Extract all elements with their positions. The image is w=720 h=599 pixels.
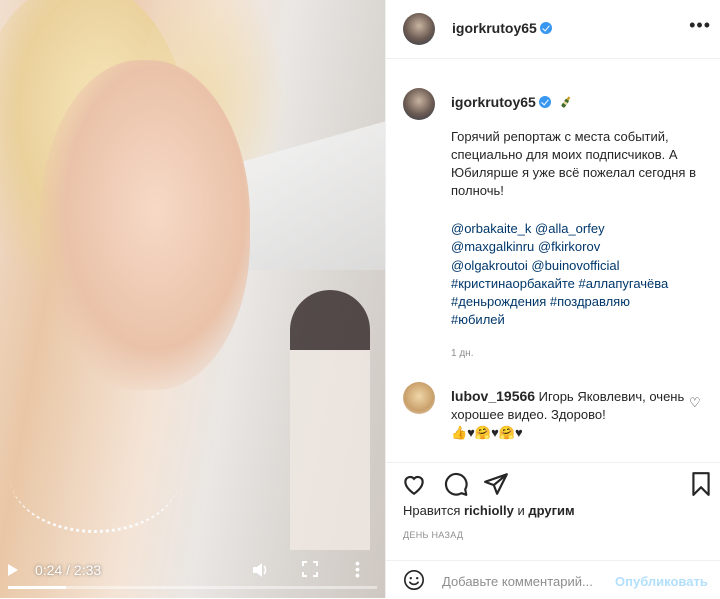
verified-badge-icon bbox=[538, 96, 551, 108]
video-frame-necklace bbox=[10, 420, 180, 533]
author-username[interactable]: igorkrutoy65 bbox=[452, 20, 552, 36]
save-bookmark-icon[interactable] bbox=[688, 471, 714, 497]
add-comment-bar: Добавьте комментарий... Опубликовать bbox=[386, 560, 720, 599]
video-controls: 0:24 / 2:33 • • • bbox=[0, 554, 385, 598]
caption-tags: @orbakaite_k @alla_orfey @maxgalkinru @f… bbox=[451, 220, 701, 330]
comment-like-heart-icon[interactable]: ♡ bbox=[689, 395, 701, 411]
caption-text: Горячий репортаж с места событий, специа… bbox=[451, 129, 700, 198]
caption-tag-line[interactable]: #юбилей bbox=[451, 311, 701, 329]
emoji-smiley-icon[interactable] bbox=[403, 569, 425, 591]
video-progress-fill bbox=[8, 586, 66, 589]
comment-input[interactable]: Добавьте комментарий... bbox=[442, 574, 593, 589]
caption-header: igorkrutoy65 bbox=[451, 94, 573, 112]
comment-icon[interactable] bbox=[443, 471, 469, 497]
video-frame-face bbox=[40, 60, 250, 390]
caption-tag-line[interactable]: #кристинаорбакайте #аллапугачёва bbox=[451, 275, 701, 293]
caption-tag-line[interactable]: @maxgalkinru @fkirkorov bbox=[451, 238, 701, 256]
post-actions bbox=[386, 462, 720, 503]
post-side-panel: igorkrutoy65 ••• igorkrutoy65 Горячий ре… bbox=[385, 0, 720, 598]
caption-age[interactable]: 1 дн. bbox=[451, 348, 473, 359]
caption-avatar[interactable] bbox=[403, 88, 435, 120]
commenter-username[interactable]: lubov_19566 bbox=[451, 388, 535, 404]
commenter-avatar[interactable] bbox=[403, 382, 435, 414]
fullscreen-icon[interactable] bbox=[302, 561, 318, 577]
likes-user[interactable]: richiolly bbox=[464, 503, 514, 518]
more-horizontal-icon[interactable]: ••• bbox=[689, 15, 711, 36]
comment-body: lubov_19566 Игорь Яковлевич, очень хорош… bbox=[451, 387, 691, 442]
post-header: igorkrutoy65 ••• bbox=[386, 0, 720, 59]
post-date[interactable]: ДЕНЬ НАЗАД bbox=[403, 530, 463, 540]
caption-tag-line[interactable]: #деньрождения #поздравляю bbox=[451, 293, 701, 311]
likes-conjunction: и bbox=[513, 503, 529, 518]
video-frame-person bbox=[290, 290, 370, 550]
video-time: 0:24 / 2:33 bbox=[35, 562, 102, 578]
volume-icon[interactable] bbox=[252, 562, 270, 578]
video-player[interactable]: 0:24 / 2:33 • • • bbox=[0, 0, 385, 598]
likes-others[interactable]: другим bbox=[528, 503, 574, 518]
verified-badge-icon bbox=[539, 22, 552, 34]
champagne-bottle-icon bbox=[561, 96, 571, 108]
like-heart-icon[interactable] bbox=[401, 471, 427, 497]
share-paper-plane-icon[interactable] bbox=[483, 471, 509, 497]
likes-summary: Нравится richiolly и другим bbox=[403, 503, 575, 518]
post-dialog: 0:24 / 2:33 • • • igorkrutoy65 ••• igorkru… bbox=[0, 0, 720, 598]
caption-username[interactable]: igorkrutoy65 bbox=[451, 94, 536, 110]
video-options-icon[interactable]: • • • bbox=[355, 556, 360, 582]
comment-emoji-line: 👍♥🤗♥🤗♥ bbox=[451, 425, 523, 440]
caption-tag-line[interactable]: @olgakroutoi @buinovofficial bbox=[451, 257, 701, 275]
video-progress-bar[interactable] bbox=[8, 586, 377, 589]
author-avatar[interactable] bbox=[403, 13, 435, 45]
play-icon[interactable] bbox=[8, 564, 18, 576]
likes-prefix: Нравится bbox=[403, 503, 464, 518]
caption-tag-line[interactable]: @orbakaite_k @alla_orfey bbox=[451, 220, 701, 238]
post-comment-button[interactable]: Опубликовать bbox=[615, 574, 708, 589]
